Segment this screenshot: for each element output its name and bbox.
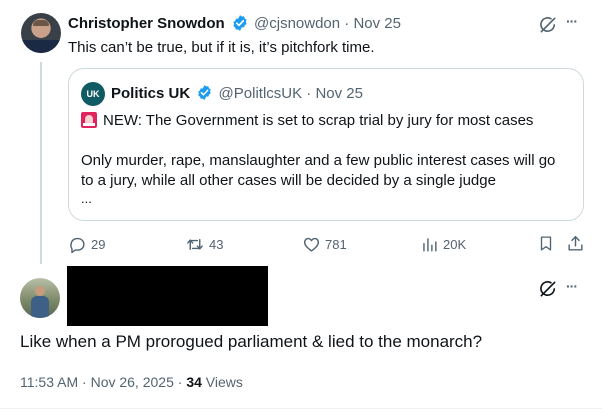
views-icon bbox=[423, 237, 437, 252]
parent-tweet-text: This can’t be true, but if it is, it’s p… bbox=[68, 39, 375, 56]
reply-count: 29 bbox=[91, 236, 106, 252]
quote-headline: NEW: The Government is set to scrap tria… bbox=[103, 112, 534, 129]
tweet-date[interactable]: Nov 25 bbox=[353, 15, 401, 32]
avatar-politics-uk: UK bbox=[81, 82, 105, 106]
dot-separator: · bbox=[82, 374, 87, 390]
verified-badge-icon bbox=[233, 14, 247, 31]
redacted-author-block bbox=[67, 266, 268, 326]
quote-tweet-date: Nov 25 bbox=[315, 85, 363, 102]
more-options-button[interactable]: ··· bbox=[566, 278, 578, 294]
thread-line bbox=[40, 62, 42, 264]
quote-body-line-2: to a jury, while all other cases will be… bbox=[81, 172, 496, 189]
quote-author-handle: @PolitlcsUK bbox=[218, 85, 303, 102]
bookmark-icon[interactable] bbox=[537, 234, 555, 253]
quote-ellipsis: ... bbox=[81, 191, 92, 206]
bottom-divider bbox=[0, 408, 602, 409]
retweet-icon bbox=[187, 238, 203, 250]
like-count: 781 bbox=[325, 236, 347, 252]
quote-tweet-header: Politics UK @PolitlcsUK · Nov 25 bbox=[111, 85, 363, 103]
dot-separator: · bbox=[177, 374, 183, 390]
avatar-christopher-snowdon[interactable] bbox=[21, 13, 61, 53]
views-label: Views bbox=[205, 374, 243, 390]
reply-icon bbox=[70, 237, 85, 253]
views-count: 20K bbox=[443, 236, 467, 252]
quote-author-name: Politics UK bbox=[111, 85, 191, 102]
reply-tweet-meta: 11:53 AM · Nov 26, 2025 · 34 Views bbox=[20, 373, 243, 391]
share-icon[interactable] bbox=[566, 234, 585, 253]
tweet-full-date[interactable]: Nov 26, 2025 bbox=[91, 374, 174, 390]
reply-button[interactable]: 29 bbox=[68, 234, 105, 254]
author-handle[interactable]: @cjsnowdon bbox=[254, 15, 340, 32]
like-button[interactable]: 781 bbox=[302, 234, 347, 254]
verified-badge-icon bbox=[198, 85, 212, 100]
retweet-button[interactable]: 43 bbox=[185, 234, 223, 254]
avatar-text: UK bbox=[86, 89, 100, 99]
views-button[interactable]: 20K bbox=[420, 234, 466, 254]
grok-icon[interactable] bbox=[538, 279, 558, 299]
parent-tweet-header: Christopher Snowdon @cjsnowdon · Nov 25 bbox=[68, 14, 401, 34]
reply-tweet-text: Like when a PM prorogued parliament & li… bbox=[20, 332, 483, 351]
like-icon bbox=[303, 237, 320, 252]
retweet-count: 43 bbox=[209, 236, 224, 252]
tweet-time[interactable]: 11:53 AM bbox=[20, 374, 78, 390]
dot-separator: · bbox=[306, 85, 312, 102]
author-name[interactable]: Christopher Snowdon bbox=[68, 15, 225, 32]
more-options-button[interactable]: ··· bbox=[566, 13, 578, 29]
views-number: 34 bbox=[186, 374, 202, 390]
avatar-reply-author[interactable] bbox=[20, 278, 60, 318]
quote-body-line-1: Only murder, rape, manslaughter and a fe… bbox=[81, 152, 556, 169]
grok-icon[interactable] bbox=[538, 15, 558, 35]
siren-icon bbox=[81, 112, 97, 128]
dot-separator: · bbox=[344, 15, 350, 32]
